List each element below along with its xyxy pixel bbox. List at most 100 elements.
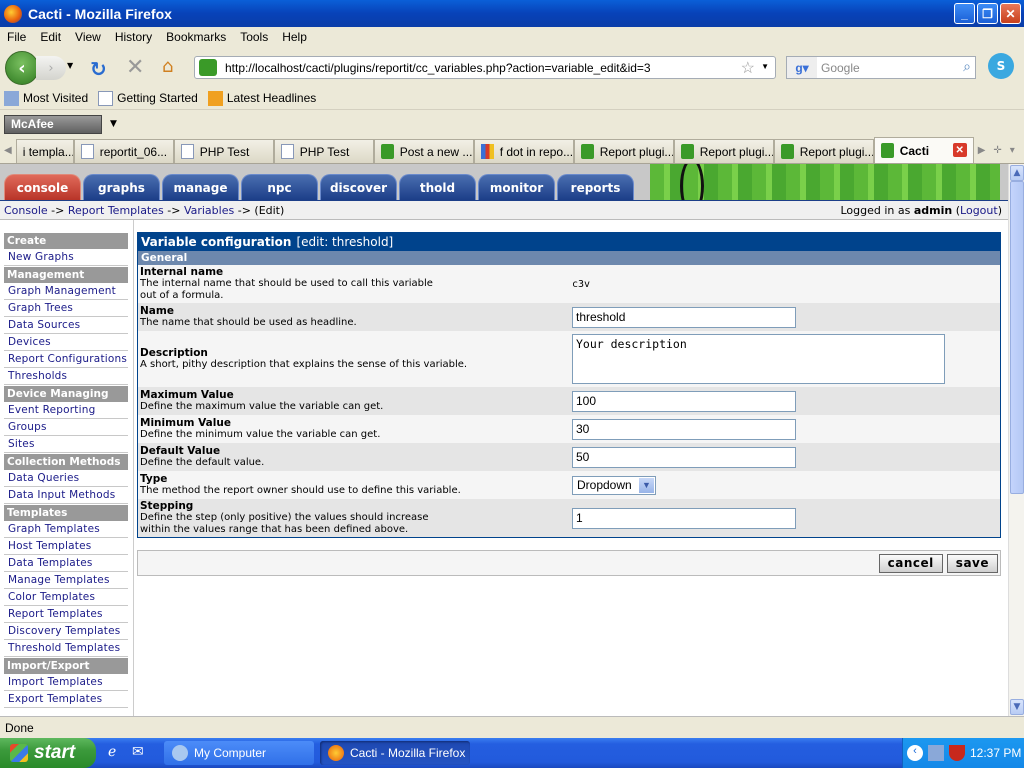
sidebar-item-graph-trees[interactable]: Graph Trees	[4, 300, 128, 317]
sidebar-item-graph-templates[interactable]: Graph Templates	[4, 521, 128, 538]
sidebar-item-data-input-methods[interactable]: Data Input Methods	[4, 487, 128, 504]
start-button[interactable]: start	[0, 738, 96, 768]
mcafee-button[interactable]: McAfee	[4, 114, 102, 134]
vertical-scrollbar[interactable]: ▲ ▼	[1008, 164, 1024, 716]
sidebar-item-event-reporting[interactable]: Event Reporting	[4, 402, 128, 419]
nav-tab-reports[interactable]: reports	[557, 174, 634, 200]
maximum-value-input[interactable]: 100	[572, 390, 796, 412]
sidebar-item-manage-templates[interactable]: Manage Templates	[4, 572, 128, 589]
bookmark-most-visited[interactable]: Most Visited	[4, 90, 88, 106]
nav-tab-console[interactable]: console	[4, 174, 81, 200]
search-bar[interactable]: g▾ Google ⌕	[786, 56, 976, 79]
menu-edit[interactable]: Edit	[33, 30, 68, 44]
browser-tab[interactable]: reportit_06...	[73, 139, 174, 163]
sidebar-item-sites[interactable]: Sites	[4, 436, 128, 453]
sidebar-item-new-graphs[interactable]: New Graphs	[4, 249, 128, 266]
tab-list-icon[interactable]: ▾	[1006, 145, 1019, 156]
skype-icon[interactable]: S	[988, 53, 1014, 79]
scroll-up-icon[interactable]: ▲	[1010, 165, 1024, 181]
sidebar-item-color-templates[interactable]: Color Templates	[4, 589, 128, 606]
search-input[interactable]: Google	[821, 61, 860, 75]
browser-tab[interactable]: PHP Test	[273, 139, 374, 163]
minimize-button[interactable]: _	[954, 3, 975, 24]
reload-icon[interactable]: ↻	[90, 57, 107, 81]
taskbar-item-my-computer[interactable]: My Computer	[164, 741, 314, 765]
tab-scroll-left-icon[interactable]: ◀	[0, 145, 16, 156]
close-button[interactable]: ✕	[1000, 3, 1021, 24]
stop-icon[interactable]: ✕	[126, 55, 144, 80]
sidebar-item-import-templates[interactable]: Import Templates	[4, 674, 128, 691]
scrollbar-thumb[interactable]	[1010, 181, 1024, 494]
mcafee-dropdown-icon[interactable]: ▼	[110, 119, 117, 129]
search-magnifier-icon[interactable]: ⌕	[963, 58, 971, 75]
menu-tools[interactable]: Tools	[233, 30, 275, 44]
nav-tab-graphs[interactable]: graphs	[83, 174, 160, 200]
minimum-value-input[interactable]: 30	[572, 418, 796, 440]
network-icon[interactable]	[928, 745, 944, 761]
menu-bookmarks[interactable]: Bookmarks	[159, 30, 233, 44]
nav-tab-discover[interactable]: discover	[320, 174, 397, 200]
tab-close-icon[interactable]: ✕	[952, 143, 967, 157]
sidebar-item-data-queries[interactable]: Data Queries	[4, 470, 128, 487]
taskbar-item-firefox[interactable]: Cacti - Mozilla Firefox	[320, 741, 470, 765]
browser-tab[interactable]: Report plugi...	[673, 139, 774, 163]
default-value-input[interactable]: 50	[572, 446, 796, 468]
menu-history[interactable]: History	[108, 30, 159, 44]
sidebar-item-thresholds[interactable]: Thresholds	[4, 368, 128, 385]
home-icon[interactable]: ⌂	[162, 56, 173, 77]
browser-tab[interactable]: Post a new ...	[373, 139, 474, 163]
sidebar-item-data-templates[interactable]: Data Templates	[4, 555, 128, 572]
breadcrumb-console[interactable]: Console	[4, 204, 48, 217]
menu-file[interactable]: File	[0, 30, 33, 44]
nav-tab-manage[interactable]: manage	[162, 174, 239, 200]
bookmark-getting-started[interactable]: Getting Started	[98, 90, 198, 106]
nav-tab-thold[interactable]: thold	[399, 174, 476, 200]
sidebar-item-devices[interactable]: Devices	[4, 334, 128, 351]
menu-view[interactable]: View	[68, 30, 108, 44]
history-dropdown-icon[interactable]: ▼	[67, 61, 73, 70]
scroll-down-icon[interactable]: ▼	[1010, 699, 1024, 715]
new-tab-icon[interactable]: ✛	[989, 145, 1005, 156]
mcafee-shield-icon[interactable]	[949, 745, 965, 761]
internet-explorer-icon[interactable]: ℯ	[108, 744, 126, 762]
forward-button[interactable]: ›	[36, 56, 66, 80]
nav-tab-monitor[interactable]: monitor	[478, 174, 555, 200]
sidebar-item-groups[interactable]: Groups	[4, 419, 128, 436]
sidebar-item-host-templates[interactable]: Host Templates	[4, 538, 128, 555]
sidebar-item-report-configurations[interactable]: Report Configurations	[4, 351, 128, 368]
outlook-express-icon[interactable]: ✉	[132, 744, 150, 762]
stepping-input[interactable]: 1	[572, 507, 796, 529]
breadcrumb-report-templates[interactable]: Report Templates	[68, 204, 164, 217]
breadcrumb-variables[interactable]: Variables	[184, 204, 234, 217]
browser-tab-active[interactable]: Cacti ✕	[873, 137, 974, 163]
logout-link[interactable]: Logout	[960, 204, 998, 217]
save-button[interactable]: save	[946, 553, 998, 573]
browser-tab[interactable]: Report plugi...	[573, 139, 674, 163]
bookmark-star-icon[interactable]: ☆	[741, 58, 755, 78]
sidebar-item-discovery-templates[interactable]: Discovery Templates	[4, 623, 128, 640]
back-button[interactable]: ‹	[5, 51, 39, 85]
chevron-down-icon[interactable]: ▼	[639, 477, 654, 493]
sidebar-item-data-sources[interactable]: Data Sources	[4, 317, 128, 334]
browser-tab[interactable]: PHP Test	[173, 139, 274, 163]
url-text[interactable]: http://localhost/cacti/plugins/reportit/…	[225, 61, 651, 75]
sidebar-item-report-templates[interactable]: Report Templates	[4, 606, 128, 623]
url-dropdown-icon[interactable]: ▼	[761, 62, 769, 71]
browser-tab[interactable]: i templa...	[15, 139, 74, 163]
bookmark-latest-headlines[interactable]: Latest Headlines	[207, 90, 316, 106]
menu-help[interactable]: Help	[275, 30, 314, 44]
tray-expand-icon[interactable]: ‹	[907, 745, 923, 761]
description-textarea[interactable]: Your description	[572, 334, 945, 384]
type-select[interactable]: Dropdown ▼	[572, 475, 656, 495]
restore-button[interactable]: ❐	[977, 3, 998, 24]
sidebar-item-graph-management[interactable]: Graph Management	[4, 283, 128, 300]
sidebar-item-threshold-templates[interactable]: Threshold Templates	[4, 640, 128, 657]
search-engine-icon[interactable]: g▾	[787, 57, 817, 78]
name-input[interactable]: threshold	[572, 306, 796, 328]
sidebar-item-export-templates[interactable]: Export Templates	[4, 691, 128, 708]
cancel-button[interactable]: cancel	[878, 553, 943, 573]
nav-tab-npc[interactable]: npc	[241, 174, 318, 200]
url-bar[interactable]: http://localhost/cacti/plugins/reportit/…	[194, 56, 776, 79]
tab-scroll-right-icon[interactable]: ▶	[974, 145, 990, 156]
browser-tab[interactable]: Report plugi...	[773, 139, 874, 163]
